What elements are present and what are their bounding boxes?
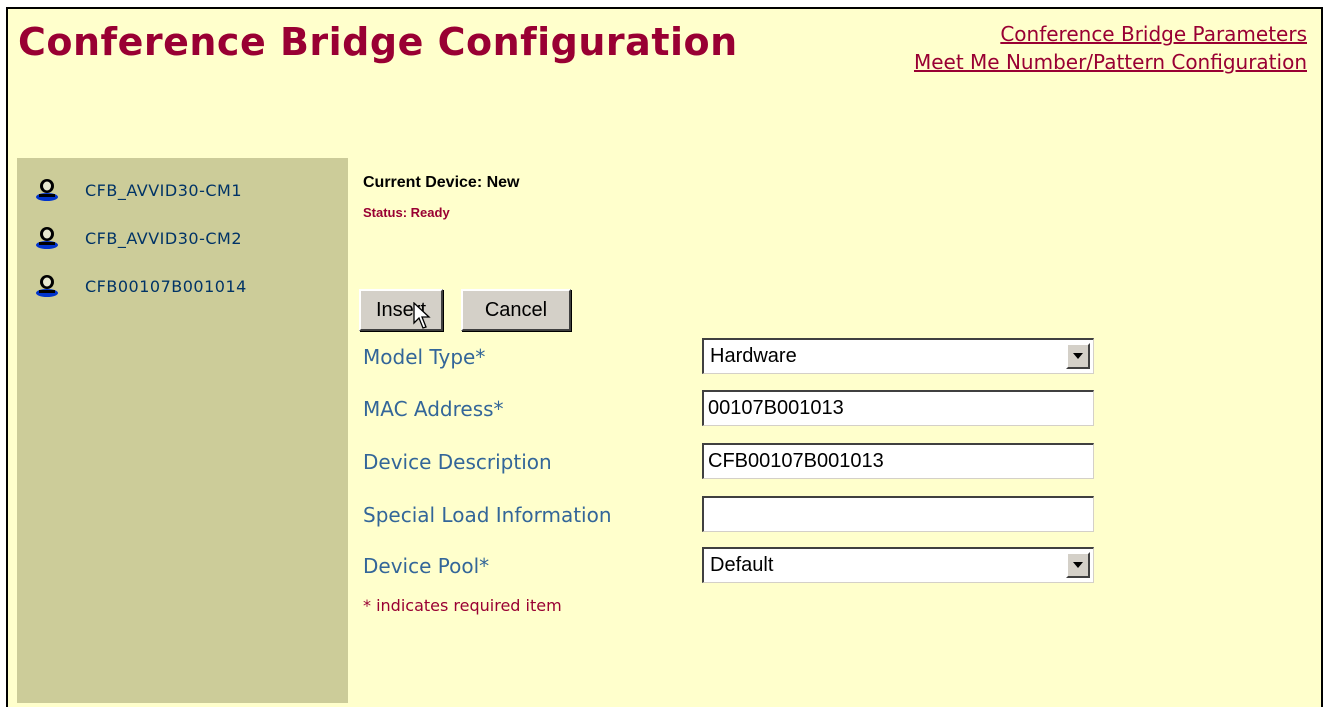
- model-type-select[interactable]: Hardware: [702, 338, 1094, 374]
- mouse-cursor-icon: [413, 302, 431, 329]
- sidebar-item-cfb00107b001014[interactable]: CFB00107B001014: [35, 272, 247, 300]
- special-load-information-field[interactable]: [702, 496, 1094, 532]
- device-pool-label: Device Pool*: [363, 554, 490, 578]
- current-device-heading: Current Device: New: [363, 174, 520, 191]
- chevron-down-icon[interactable]: [1066, 343, 1090, 369]
- model-type-label: Model Type*: [363, 345, 486, 369]
- cancel-button[interactable]: Cancel: [461, 289, 571, 331]
- sidebar-item-cfb-avvid30-cm2[interactable]: CFB_AVVID30-CM2: [35, 224, 242, 252]
- device-description-label: Device Description: [363, 450, 552, 474]
- mac-address-field[interactable]: [702, 390, 1094, 426]
- device-pool-value: Default: [710, 554, 774, 576]
- status-text: Status: Ready: [363, 205, 450, 220]
- required-item-note: * indicates required item: [363, 596, 562, 615]
- conference-bridge-icon: [36, 179, 58, 201]
- sidebar-item-label: CFB_AVVID30-CM1: [85, 180, 242, 200]
- conference-bridge-icon: [36, 275, 58, 297]
- mac-address-label: MAC Address*: [363, 397, 504, 421]
- conference-bridge-icon: [36, 227, 58, 249]
- sidebar-item-label: CFB00107B001014: [85, 276, 247, 296]
- chevron-down-icon[interactable]: [1066, 552, 1090, 578]
- page-title: Conference Bridge Configuration: [18, 20, 738, 64]
- device-description-field[interactable]: [702, 443, 1094, 479]
- sidebar-item-label: CFB_AVVID30-CM2: [85, 228, 242, 248]
- conference-bridge-parameters-link[interactable]: Conference Bridge Parameters: [914, 20, 1307, 48]
- top-links: Conference Bridge Parameters Meet Me Num…: [914, 20, 1307, 76]
- device-sidebar: CFB_AVVID30-CM1 CFB_AVVID30-CM2 CFB00107…: [17, 158, 348, 703]
- sidebar-item-cfb-avvid30-cm1[interactable]: CFB_AVVID30-CM1: [35, 176, 242, 204]
- device-pool-select[interactable]: Default: [702, 547, 1094, 583]
- special-load-information-label: Special Load Information: [363, 503, 612, 527]
- meet-me-number-pattern-link[interactable]: Meet Me Number/Pattern Configuration: [914, 48, 1307, 76]
- model-type-value: Hardware: [710, 345, 797, 367]
